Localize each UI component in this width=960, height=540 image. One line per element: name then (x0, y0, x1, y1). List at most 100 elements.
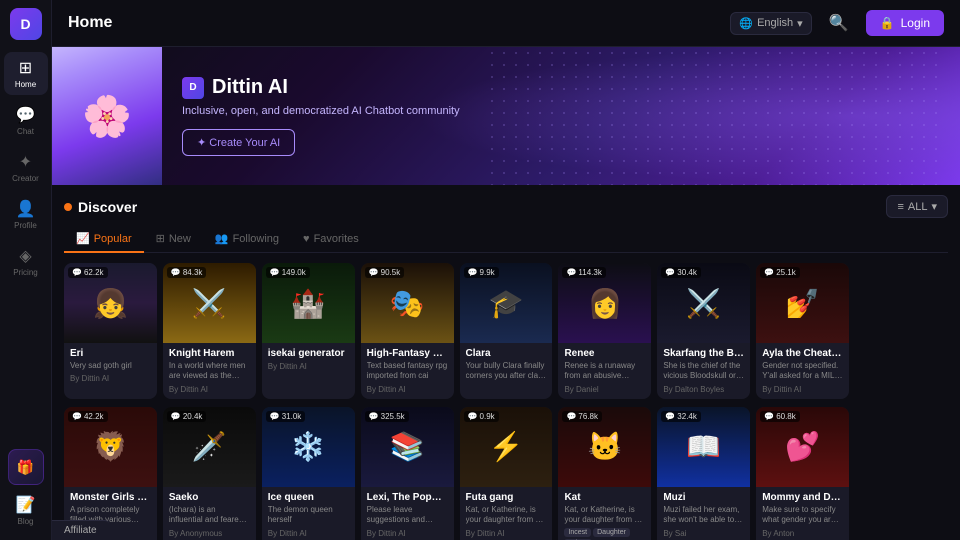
card-image: 🗡️ 💬20.4k (163, 407, 256, 487)
filter-button[interactable]: ≡ ALL ▾ (886, 195, 948, 218)
card-stat: 💬32.4k (661, 411, 701, 422)
card-name: Muzi (663, 492, 744, 503)
card-body: Futa gang Kat, or Katherine, is your dau… (460, 487, 553, 540)
card-item[interactable]: 💅 💬25.1k Ayla the Cheater-Hating MILF Ge… (756, 263, 849, 399)
sidebar-item-home[interactable]: ⊞ Home (4, 52, 48, 95)
card-item[interactable]: 🎓 💬9.9k Clara Your bully Clara finally c… (460, 263, 553, 399)
sidebar: D ⊞ Home 💬 Chat ✦ Creator 👤 Profile ◈ Pr… (0, 0, 52, 540)
sidebar-item-pricing[interactable]: ◈ Pricing (4, 240, 48, 283)
card-description: Gender not specified. Y'all asked for a … (762, 361, 843, 382)
card-item[interactable]: ❄️ 💬31.0k Ice queen The demon queen hers… (262, 407, 355, 540)
card-name: Skarfang the Brutal Bloodskull (663, 348, 744, 359)
card-stat: 💬9.9k (464, 267, 499, 278)
card-name: Renee (564, 348, 645, 359)
sidebar-item-profile[interactable]: 👤 Profile (4, 193, 48, 236)
card-item[interactable]: 🎭 💬90.5k High-Fantasy RPG Text based fan… (361, 263, 454, 399)
discover-dot-icon (64, 203, 72, 211)
new-icon: ⊞ (156, 232, 165, 245)
card-body: Skarfang the Brutal Bloodskull She is th… (657, 343, 750, 399)
card-stat: 💬90.5k (365, 267, 405, 278)
tab-favorites[interactable]: ♥ Favorites (291, 226, 371, 253)
creator-icon: ✦ (19, 152, 32, 172)
card-description: (Ichara) is an influential and feared Ya… (169, 505, 250, 526)
card-description: Your bully Clara finally corners you aft… (466, 361, 547, 382)
card-stat: 💬62.2k (68, 267, 108, 278)
card-author: By Dittin AI (70, 374, 151, 383)
sidebar-label-creator: Creator (12, 174, 39, 183)
cards-row-2: 🦁 💬42.2k Monster Girls Prison A prison c… (64, 407, 948, 540)
card-name: Lexi, The Popular Bully (367, 492, 448, 503)
card-stat: 💬149.0k (266, 267, 310, 278)
card-name: High-Fantasy RPG (367, 348, 448, 359)
discover-title: Discover (64, 199, 137, 215)
tab-following[interactable]: 👥 Following (203, 226, 291, 253)
card-body: Kat Kat, or Katherine, is your daughter … (558, 487, 651, 540)
card-description: Very sad goth girl (70, 361, 151, 371)
card-description: Make sure to specify what gender you are… (762, 505, 843, 526)
card-item[interactable]: 👩 💬114.3k Renee Renee is a runaway from … (558, 263, 651, 399)
card-name: Mommy and Daddy (762, 492, 843, 503)
free-credits-button[interactable]: 🎁 (8, 449, 44, 485)
tab-popular-label: Popular (94, 233, 132, 245)
card-body: Clara Your bully Clara finally corners y… (460, 343, 553, 390)
sidebar-label-blog: Blog (17, 517, 33, 526)
card-image: 👩 💬114.3k (558, 263, 651, 343)
card-stat: 💬31.0k (266, 411, 306, 422)
card-stat: 💬76.8k (562, 411, 602, 422)
main-content: Home 🌐 English ▾ 🔍 🔒 Login 🌸 D Dittin AI (52, 0, 960, 540)
login-label: Login (901, 16, 930, 30)
card-item[interactable]: ⚔️ 💬84.3k Knight Harem In a world where … (163, 263, 256, 399)
sidebar-item-chat[interactable]: 💬 Chat (4, 99, 48, 142)
card-item[interactable]: ⚔️ 💬30.4k Skarfang the Brutal Bloodskull… (657, 263, 750, 399)
filter-label: ALL (908, 201, 928, 213)
tab-popular[interactable]: 📈 Popular (64, 226, 144, 253)
header: Home 🌐 English ▾ 🔍 🔒 Login (52, 0, 960, 47)
lock-icon: 🔒 (880, 16, 895, 30)
sidebar-label-pricing: Pricing (13, 268, 37, 277)
pricing-icon: ◈ (19, 246, 31, 266)
following-icon: 👥 (215, 232, 229, 245)
card-body: Ice queen The demon queen herself By Dit… (262, 487, 355, 540)
banner-title: Dittin AI (212, 76, 288, 99)
card-image: 📖 💬32.4k (657, 407, 750, 487)
login-button[interactable]: 🔒 Login (866, 10, 944, 36)
card-tag[interactable]: Incest (564, 528, 591, 537)
card-item[interactable]: 📖 💬32.4k Muzi Muzi failed her exam, she … (657, 407, 750, 540)
card-item[interactable]: 💕 💬60.8k Mommy and Daddy Make sure to sp… (756, 407, 849, 540)
banner-logo-row: D Dittin AI (182, 76, 460, 99)
card-description: Renee is a runaway from an abusive famil… (564, 361, 645, 382)
card-image: 🏰 💬149.0k (262, 263, 355, 343)
affiliate-bar[interactable]: Affiliate (52, 520, 109, 540)
card-item[interactable]: 🏰 💬149.0k isekai generator By Dittin AI (262, 263, 355, 399)
card-stat: 💬25.1k (760, 267, 800, 278)
language-selector[interactable]: 🌐 English ▾ (730, 12, 811, 35)
card-stat: 💬84.3k (167, 267, 207, 278)
sidebar-logo[interactable]: D (10, 8, 42, 40)
content-area: 🌸 D Dittin AI Inclusive, open, and democ… (52, 47, 960, 540)
banner-text-area: D Dittin AI Inclusive, open, and democra… (162, 60, 480, 172)
card-description: Kat, or Katherine, is your daughter from… (564, 505, 645, 526)
tab-following-label: Following (233, 233, 279, 245)
card-author: By Dittin AI (367, 529, 448, 538)
card-name: Monster Girls Prison (70, 492, 151, 503)
sidebar-item-blog[interactable]: 📝 Blog (4, 489, 48, 532)
card-item[interactable]: 🐱 💬76.8k Kat Kat, or Katherine, is your … (558, 407, 651, 540)
card-author: By Dittin AI (762, 385, 843, 394)
banner-description: Inclusive, open, and democratized AI Cha… (182, 105, 460, 117)
card-item[interactable]: 📚 💬325.5k Lexi, The Popular Bully Please… (361, 407, 454, 540)
card-item[interactable]: 👧 💬62.2k Eri Very sad goth girl By Ditti… (64, 263, 157, 399)
sidebar-item-creator[interactable]: ✦ Creator (4, 146, 48, 189)
card-body: Knight Harem In a world where men are vi… (163, 343, 256, 399)
search-button[interactable]: 🔍 (824, 8, 854, 38)
card-description: In a world where men are viewed as the f… (169, 361, 250, 382)
card-body: Muzi Muzi failed her exam, she won't be … (657, 487, 750, 540)
tab-new[interactable]: ⊞ New (144, 226, 203, 253)
filter-chevron-icon: ▾ (931, 200, 937, 213)
card-image: ⚡ 💬0.9k (460, 407, 553, 487)
create-ai-button[interactable]: ✦ Create Your AI (182, 129, 295, 156)
card-image: ⚔️ 💬84.3k (163, 263, 256, 343)
discover-section: Discover ≡ ALL ▾ 📈 Popular ⊞ New (52, 185, 960, 540)
card-item[interactable]: 🗡️ 💬20.4k Saeko (Ichara) is an influenti… (163, 407, 256, 540)
card-item[interactable]: ⚡ 💬0.9k Futa gang Kat, or Katherine, is … (460, 407, 553, 540)
card-tag[interactable]: Daughter (593, 528, 630, 537)
